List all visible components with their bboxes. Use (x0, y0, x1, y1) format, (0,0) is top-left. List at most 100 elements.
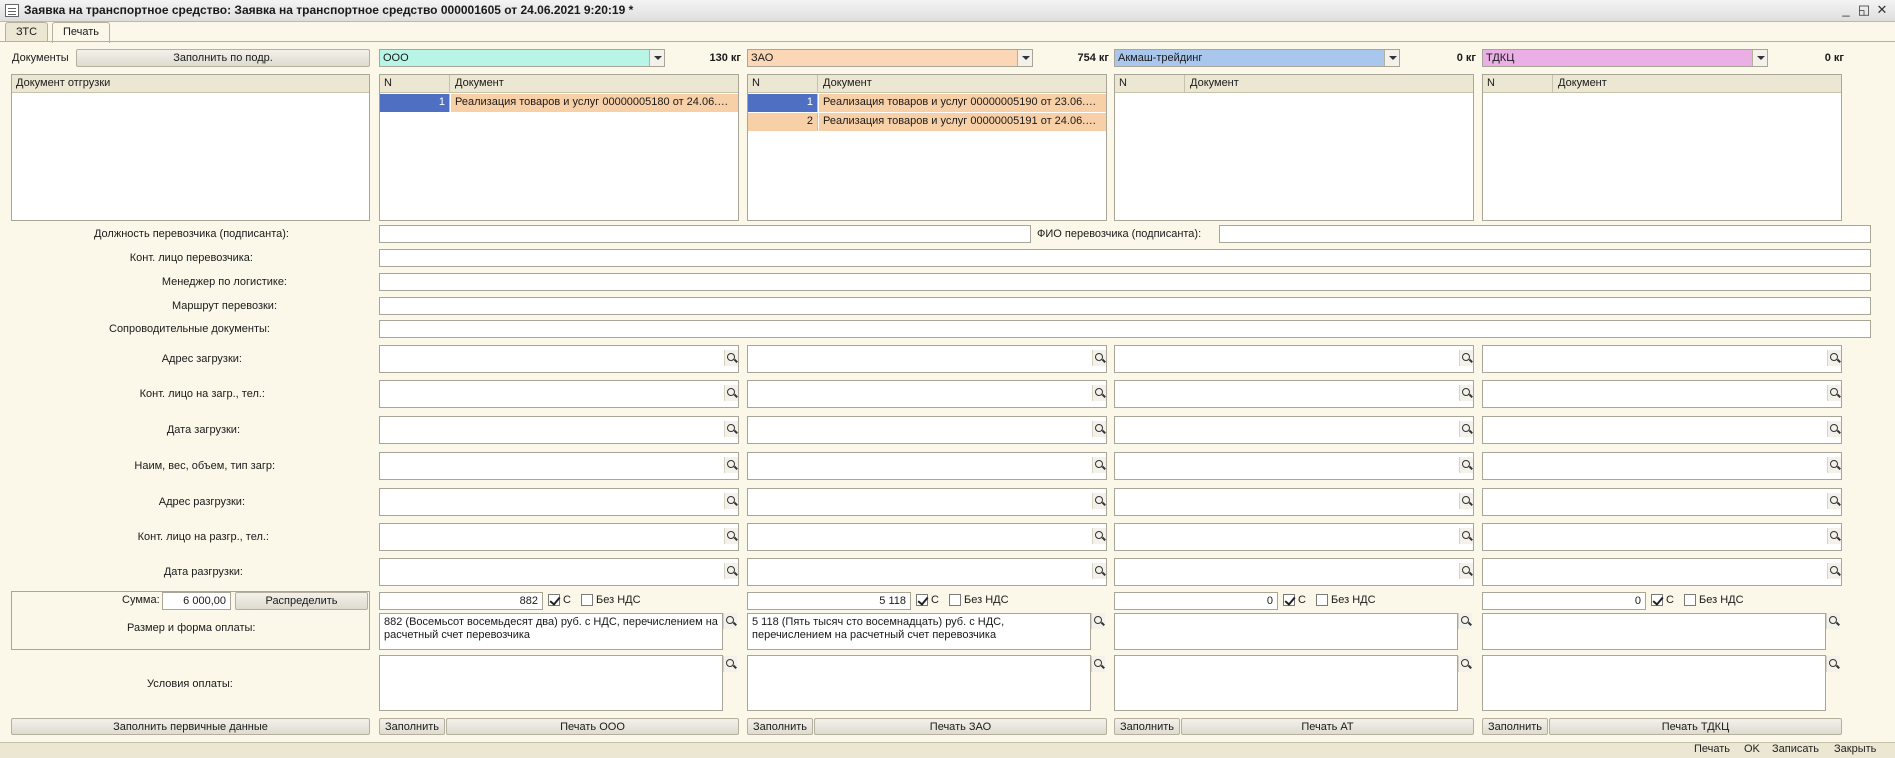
shipment-docs-list[interactable]: Документ отгрузки (11, 74, 370, 221)
print-column-button[interactable]: Печать ТДКЦ (1549, 718, 1842, 735)
search-icon[interactable] (1459, 457, 1473, 473)
search-icon[interactable] (723, 656, 737, 672)
address-row-field[interactable] (747, 488, 1107, 516)
address-row-field[interactable] (747, 452, 1107, 480)
table-row[interactable]: 2 Реализация товаров и услуг 00000005191… (748, 113, 1106, 131)
address-row-field[interactable] (747, 380, 1107, 408)
no-vat-checkbox[interactable] (581, 594, 593, 606)
address-row-field[interactable] (1114, 345, 1474, 373)
address-row-field[interactable] (1114, 452, 1474, 480)
close-icon[interactable]: ✕ (1874, 2, 1890, 18)
print-column-button[interactable]: Печать ООО (446, 718, 739, 735)
search-icon[interactable] (1827, 493, 1841, 509)
address-row-field[interactable] (379, 345, 739, 373)
fill-column-button[interactable]: Заполнить (379, 718, 445, 735)
search-icon[interactable] (1092, 528, 1106, 544)
route-field[interactable] (379, 297, 1871, 315)
tab-print[interactable]: Печать (52, 22, 111, 43)
address-row-field[interactable] (1482, 558, 1842, 586)
payment-form-field[interactable]: 5 118 (Пять тысяч сто восемнадцать) руб.… (747, 613, 1091, 650)
search-icon[interactable] (724, 528, 738, 544)
address-row-field[interactable] (1114, 523, 1474, 551)
address-row-field[interactable] (1482, 452, 1842, 480)
search-icon[interactable] (1092, 493, 1106, 509)
search-icon[interactable] (1092, 421, 1106, 437)
chevron-down-icon[interactable] (1752, 50, 1767, 66)
print-column-button[interactable]: Печать ЗАО (814, 718, 1107, 735)
minimize-icon[interactable]: _ (1838, 2, 1854, 18)
search-icon[interactable] (1827, 421, 1841, 437)
search-icon[interactable] (1827, 563, 1841, 579)
fill-column-button[interactable]: Заполнить (747, 718, 813, 735)
documents-grid[interactable]: N Документ (1482, 74, 1842, 221)
search-icon[interactable] (1091, 656, 1105, 672)
address-row-field[interactable] (747, 558, 1107, 586)
address-row-field[interactable] (1482, 345, 1842, 373)
search-icon[interactable] (1092, 457, 1106, 473)
company-select[interactable]: ООО (379, 49, 665, 67)
payment-conditions-field[interactable] (1114, 655, 1458, 711)
address-row-field[interactable] (1114, 416, 1474, 444)
address-row-field[interactable] (379, 416, 739, 444)
search-icon[interactable] (724, 563, 738, 579)
with-vat-checkbox[interactable] (1283, 594, 1295, 606)
address-row-field[interactable] (1482, 488, 1842, 516)
close-link[interactable]: Закрыть (1834, 743, 1876, 755)
address-row-field[interactable] (1114, 558, 1474, 586)
carrier-position-field[interactable] (379, 225, 1031, 243)
address-row-field[interactable] (379, 488, 739, 516)
search-icon[interactable] (1827, 385, 1841, 401)
column-sum-field[interactable]: 0 (1482, 592, 1646, 610)
no-vat-checkbox[interactable] (1684, 594, 1696, 606)
address-row-field[interactable] (379, 523, 739, 551)
fill-column-button[interactable]: Заполнить (1482, 718, 1548, 735)
payment-form-field[interactable] (1114, 613, 1458, 650)
fill-primary-data-button[interactable]: Заполнить первичные данные (11, 718, 370, 735)
search-icon[interactable] (1092, 350, 1106, 366)
column-sum-field[interactable]: 5 118 (747, 592, 911, 610)
documents-grid[interactable]: N Документ 1 Реализация товаров и услуг … (747, 74, 1107, 221)
no-vat-checkbox[interactable] (949, 594, 961, 606)
company-select[interactable]: Акмаш-трейдинг (1114, 49, 1400, 67)
sum-field[interactable]: 6 000,00 (162, 592, 231, 610)
search-icon[interactable] (1458, 613, 1472, 629)
address-row-field[interactable] (1482, 523, 1842, 551)
table-row[interactable]: 1 Реализация товаров и услуг 00000005190… (748, 94, 1106, 112)
with-vat-checkbox[interactable] (916, 594, 928, 606)
address-row-field[interactable] (379, 380, 739, 408)
search-icon[interactable] (724, 457, 738, 473)
search-icon[interactable] (1826, 656, 1840, 672)
search-icon[interactable] (724, 493, 738, 509)
search-icon[interactable] (723, 613, 737, 629)
payment-conditions-field[interactable] (1482, 655, 1826, 711)
documents-grid[interactable]: N Документ (1114, 74, 1474, 221)
search-icon[interactable] (1092, 385, 1106, 401)
search-icon[interactable] (1459, 421, 1473, 437)
search-icon[interactable] (1459, 350, 1473, 366)
payment-form-field[interactable] (1482, 613, 1826, 650)
company-select[interactable]: ТДКЦ (1482, 49, 1768, 67)
address-row-field[interactable] (747, 523, 1107, 551)
accompanying-docs-field[interactable] (379, 320, 1871, 338)
address-row-field[interactable] (379, 558, 739, 586)
search-icon[interactable] (1827, 350, 1841, 366)
search-icon[interactable] (1827, 528, 1841, 544)
search-icon[interactable] (1092, 563, 1106, 579)
search-icon[interactable] (1091, 613, 1105, 629)
restore-icon[interactable]: ◱ (1856, 2, 1872, 18)
tab-zts[interactable]: ЗТС (5, 22, 49, 42)
with-vat-checkbox[interactable] (1651, 594, 1663, 606)
payment-form-field[interactable]: 882 (Восемьсот восемьдесят два) руб. с Н… (379, 613, 723, 650)
search-icon[interactable] (1459, 385, 1473, 401)
search-icon[interactable] (1827, 457, 1841, 473)
print-column-button[interactable]: Печать АТ (1181, 718, 1474, 735)
address-row-field[interactable] (1114, 488, 1474, 516)
search-icon[interactable] (1459, 528, 1473, 544)
carrier-contact-field[interactable] (379, 249, 1871, 267)
address-row-field[interactable] (1482, 416, 1842, 444)
payment-conditions-field[interactable] (379, 655, 723, 711)
carrier-fio-field[interactable] (1219, 225, 1871, 243)
column-sum-field[interactable]: 0 (1114, 592, 1278, 610)
logistics-manager-field[interactable] (379, 273, 1871, 291)
fill-column-button[interactable]: Заполнить (1114, 718, 1180, 735)
